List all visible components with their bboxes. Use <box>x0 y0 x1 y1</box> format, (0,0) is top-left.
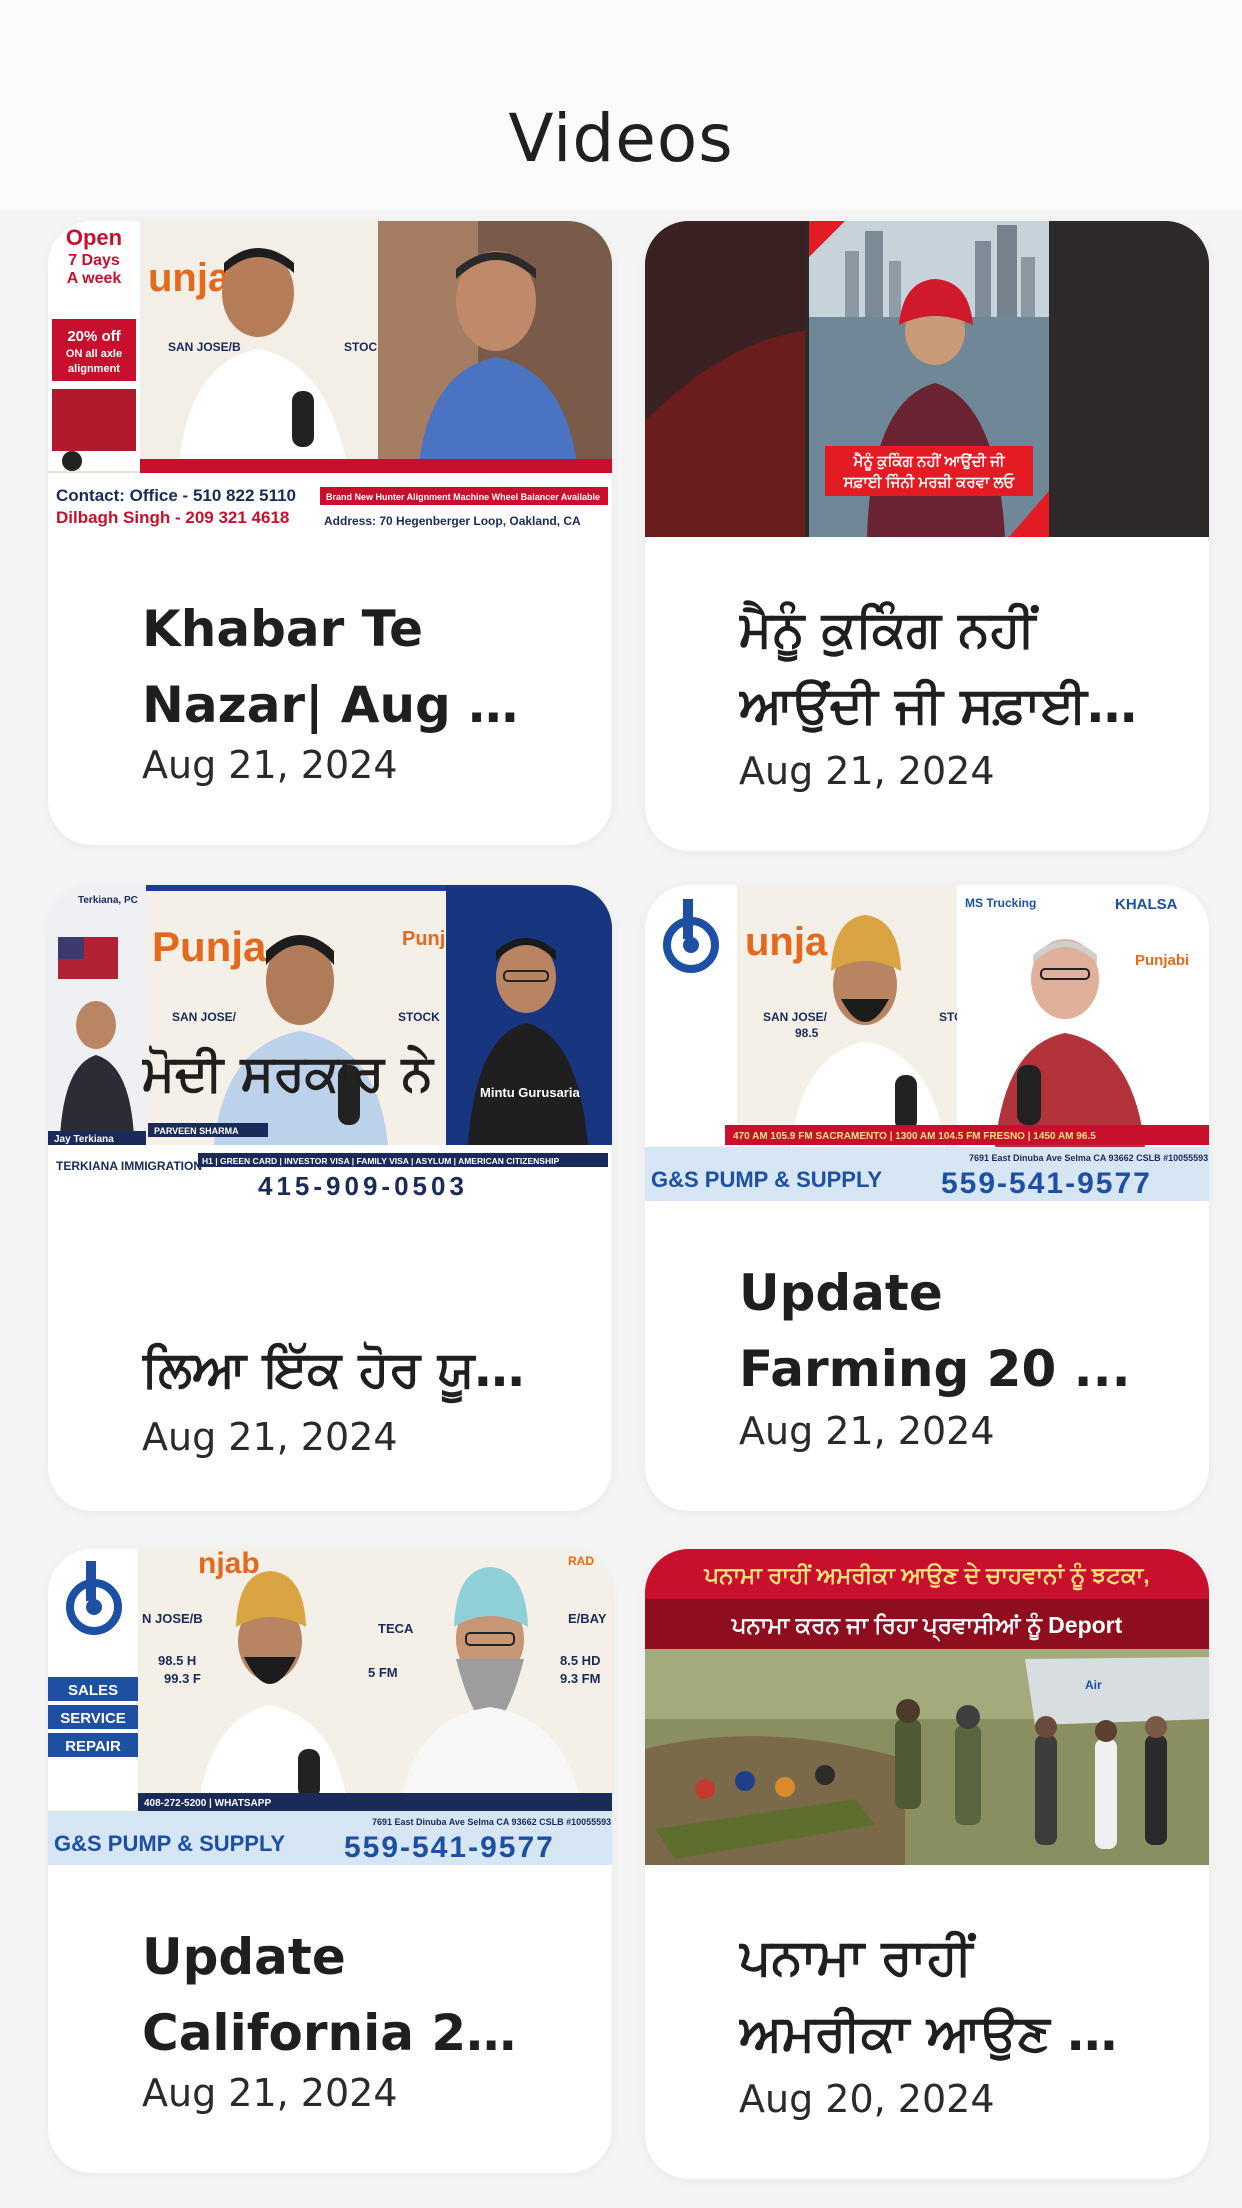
thumb-brand-text: unja <box>745 920 828 964</box>
video-title[interactable]: ਮੋਦੀ ਸਰਕਾਰ ਨੇ <box>142 1035 542 1111</box>
video-date: Aug 21, 2024 <box>142 2071 398 2115</box>
thumb-freq-right2: 9.3 FM <box>560 1671 600 1686</box>
video-thumbnail[interactable]: unja SAN JOSE/ 98.5 STOC MS Trucking KHA… <box>645 885 1209 1201</box>
thumb-caption-line1: ਮੈਨੂੰ ਕੁਕਿੰਗ ਨਹੀਂ ਆਉਂਦੀ ਜੀ <box>852 451 1006 472</box>
video-card[interactable]: Terkiana, PC Jay Terkiana Punja Punj SAN… <box>48 885 612 1511</box>
video-title-line2[interactable]: Nazar| Aug 2... <box>142 667 542 743</box>
ad-promo-line3: alignment <box>68 363 120 375</box>
thumb-service-text: SERVICE <box>60 1710 126 1727</box>
thumb-radio-text: RAD <box>568 1554 594 1568</box>
video-title-line2[interactable]: Farming 20 ... <box>739 1331 1139 1407</box>
page-title: Videos <box>508 100 734 177</box>
thumb-station-mid: TECA <box>378 1621 414 1636</box>
thumb-headline-line2: ਪਨਾਮਾ ਕਰਨ ਜਾ ਰਿਹਾ ਪ੍ਰਵਾਸੀਆਂ ਨੂੰ Deport <box>731 1612 1123 1642</box>
thumb-brand-small: Punj <box>402 928 445 950</box>
video-thumbnail[interactable]: ਮੈਨੂੰ ਕੁਕਿੰਗ ਨਹੀਂ ਆਉਂਦੀ ਜੀ ਸਫ਼ਾਈ ਜਿੰਨੀ ਮ… <box>645 221 1209 537</box>
video-title-line2[interactable]: ਲਿਆ ਇੱਕ ਹੋਰ ਯੂ-... <box>142 1331 542 1407</box>
thumb-freq-text: 98.5 <box>795 1026 819 1040</box>
thumb-company-text: G&S PUMP & SUPPLY <box>54 1831 285 1856</box>
video-date: Aug 21, 2024 <box>142 1415 398 1459</box>
thumb-address-text: 7691 East Dinuba Ave Selma CA 93662 CSLB… <box>969 1153 1208 1163</box>
thumb-ticker-text: 470 AM 105.9 FM SACRAMENTO | 1300 AM 104… <box>733 1131 1096 1142</box>
svg-text:Air: Air <box>1085 1678 1102 1692</box>
thumb-stock-text: STOCK <box>398 1010 440 1024</box>
ad-days-text: 7 Days <box>68 252 120 269</box>
thumb-headline-line1: ਪਨਾਮਾ ਰਾਹੀਂ ਅਮਰੀਕਾ ਆਉਣ ਦੇ ਚਾਹਵਾਨਾਂ ਨੂੰ ਝ… <box>703 1561 1149 1591</box>
video-title[interactable]: ਮੈਨੂੰ ਕੁਕਿੰਗ ਨਹੀਂ <box>739 591 1139 667</box>
video-card[interactable]: Open 7 Days A week 20% off ON all axle a… <box>48 221 612 845</box>
thumb-repair-text: REPAIR <box>65 1738 121 1755</box>
thumb-services-text: H1 | GREEN CARD | INVESTOR VISA | FAMILY… <box>202 1156 559 1166</box>
thumb-ticker-text: 408-272-5200 | WHATSAPP <box>144 1798 271 1809</box>
video-date: Aug 20, 2024 <box>739 2077 995 2121</box>
thumb-brand-text: unja <box>148 256 231 300</box>
thumb-phone-text: 559-541-9577 <box>344 1831 555 1864</box>
thumb-freq-left1: 98.5 H <box>158 1653 196 1668</box>
thumb-sponsor2: KHALSA <box>1115 896 1178 913</box>
thumb-contact-line2: Dilbagh Singh - 209 321 4618 <box>56 508 289 527</box>
thumb-phone-text: 415-909-0503 <box>258 1171 468 1201</box>
thumb-banner-text: Brand New Hunter Alignment Machine Wheel… <box>326 492 600 502</box>
thumb-address-text: Address: 70 Hegenberger Loop, Oakland, C… <box>324 514 581 528</box>
thumb-firm-text: Terkiana, PC <box>78 895 138 906</box>
video-title[interactable]: ਪਨਾਮਾ ਰਾਹੀਂ <box>739 1919 1139 1995</box>
video-title[interactable]: Khabar Te <box>142 591 542 667</box>
thumb-contact-line1: Contact: Office - 510 822 5110 <box>56 486 296 505</box>
thumb-sponsor1: MS Trucking <box>965 896 1036 910</box>
ad-week-text: A week <box>67 270 122 287</box>
thumb-caption-line2: ਸਫ਼ਾਈ ਜਿੰਨੀ ਮਰਜ਼ੀ ਕਰਵਾ ਲਓ <box>843 472 1016 491</box>
thumb-immigration-text: TERKIANA IMMIGRATION <box>56 1159 202 1173</box>
thumb-sales-text: SALES <box>68 1682 118 1699</box>
ad-promo-text: 20% off <box>67 328 121 345</box>
thumb-station-text: SAN JOSE/B <box>168 340 241 354</box>
video-date: Aug 21, 2024 <box>739 1409 995 1453</box>
video-title-line2[interactable]: ਆਉਂਦੀ ਜੀ ਸਫ਼ਾਈ ... <box>739 667 1139 743</box>
video-title-line2[interactable]: California 20... <box>142 1995 542 2071</box>
thumb-brand-text: Punja <box>152 923 267 970</box>
thumb-sponsor3: Punjabi <box>1135 952 1189 969</box>
thumb-station-text: SAN JOSE/ <box>172 1010 237 1024</box>
ad-open-text: Open <box>66 225 122 250</box>
thumb-freq-mid: 5 FM <box>368 1665 398 1680</box>
ad-promo-line2: ON all axle <box>66 348 122 360</box>
thumb-brand-text: njab <box>198 1549 260 1580</box>
thumb-address-text: 7691 East Dinuba Ave Selma CA 93662 CSLB… <box>372 1817 611 1827</box>
thumb-host-name: PARVEEN SHARMA <box>154 1126 239 1136</box>
thumb-lawyer-name: Jay Terkiana <box>54 1134 114 1145</box>
video-date: Aug 21, 2024 <box>739 749 995 793</box>
video-date: Aug 21, 2024 <box>142 743 398 787</box>
video-thumbnail[interactable]: ਪਨਾਮਾ ਰਾਹੀਂ ਅਮਰੀਕਾ ਆਉਣ ਦੇ ਚਾਹਵਾਨਾਂ ਨੂੰ ਝ… <box>645 1549 1209 1865</box>
thumb-stock-text: STOC <box>344 340 377 354</box>
thumb-station-left: N JOSE/B <box>142 1611 203 1626</box>
thumb-company-text: G&S PUMP & SUPPLY <box>651 1167 882 1192</box>
thumb-freq-left2: 99.3 F <box>164 1671 201 1686</box>
thumb-station-right: E/BAY <box>568 1611 607 1626</box>
video-title-line2[interactable]: ਅਮਰੀਕਾ ਆਉਣ ਦੇ ... <box>739 1995 1139 2071</box>
video-card[interactable]: SALES SERVICE REPAIR njab RAD N JOSE/B 9… <box>48 1549 612 2173</box>
thumb-freq-right1: 8.5 HD <box>560 1653 600 1668</box>
video-card[interactable]: ਪਨਾਮਾ ਰਾਹੀਂ ਅਮਰੀਕਾ ਆਉਣ ਦੇ ਚਾਹਵਾਨਾਂ ਨੂੰ ਝ… <box>645 1549 1209 2179</box>
video-thumbnail[interactable]: Open 7 Days A week 20% off ON all axle a… <box>48 221 612 537</box>
video-title[interactable]: Update <box>142 1919 542 1995</box>
thumb-station-text: SAN JOSE/ <box>763 1010 828 1024</box>
video-card[interactable]: unja SAN JOSE/ 98.5 STOC MS Trucking KHA… <box>645 885 1209 1511</box>
video-title[interactable]: Update <box>739 1255 1139 1331</box>
video-card[interactable]: ਮੈਨੂੰ ਕੁਕਿੰਗ ਨਹੀਂ ਆਉਂਦੀ ਜੀ ਸਫ਼ਾਈ ਜਿੰਨੀ ਮ… <box>645 221 1209 851</box>
video-thumbnail[interactable]: SALES SERVICE REPAIR njab RAD N JOSE/B 9… <box>48 1549 612 1865</box>
thumb-phone-text: 559-541-9577 <box>941 1167 1152 1200</box>
